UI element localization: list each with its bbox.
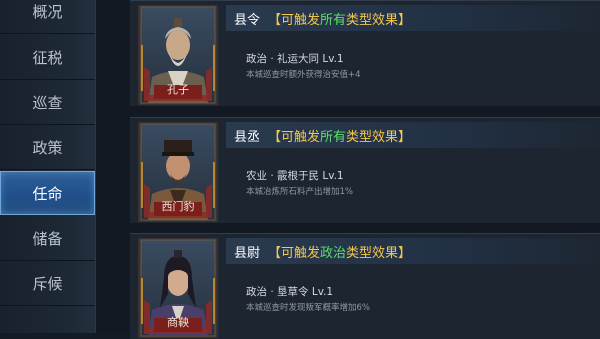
card-header: 县尉 【可触发 政治 类型效果】: [226, 238, 600, 264]
sidebar-item-tax[interactable]: 征税: [0, 36, 95, 80]
skill-name: 农业 · 霰根于民 Lv.1: [246, 170, 344, 182]
sidebar: 概况 征税 巡查 政策 任命 储备 斥候: [0, 0, 96, 333]
sidebar-item-label: 征税: [32, 49, 63, 67]
effect-suffix: 类型效果】: [346, 245, 412, 261]
role-title: 县尉: [234, 245, 261, 261]
sidebar-item-label: 概况: [32, 3, 63, 21]
skill-name: 政治 · 礼运大同 Lv.1: [246, 53, 344, 65]
role-title: 县丞: [234, 129, 261, 145]
official-card[interactable]: 商鞅 县尉 【可触发 政治 类型效果】 政治 · 垦草令 Lv.1 本城巡查时发现叛…: [130, 233, 600, 339]
effect-highlight: 政治: [320, 245, 347, 261]
official-card[interactable]: 西门豹 县丞 【可触发 所有 类型效果】 农业 · 霰根于民 Lv.1 本城冶炼所石…: [130, 117, 600, 223]
skill-description: 本城巡查时额外获得治安值+4: [246, 70, 361, 80]
card-header: 县令 【可触发 所有 类型效果】: [226, 5, 600, 31]
sidebar-item-scout[interactable]: 斥候: [0, 262, 95, 306]
sidebar-item-label: 巡查: [32, 94, 63, 112]
official-name: 西门豹: [161, 200, 195, 213]
sidebar-item-appoint[interactable]: 任命: [0, 171, 95, 215]
sidebar-item-policy[interactable]: 政策: [0, 126, 95, 170]
effect-prefix: 【可触发: [268, 129, 321, 145]
sidebar-item-patrol[interactable]: 巡查: [0, 81, 95, 125]
sidebar-item-label: 斥候: [32, 275, 63, 293]
skill-description: 本城巡查时发现叛军概率增加6%: [246, 303, 370, 313]
sidebar-item-overview[interactable]: 概况: [0, 0, 95, 34]
effect-prefix: 【可触发: [268, 245, 321, 261]
effect-highlight: 所有: [320, 12, 347, 28]
effect-prefix: 【可触发: [268, 12, 321, 28]
sidebar-item-label: 任命: [32, 184, 63, 203]
effect-suffix: 类型效果】: [346, 12, 412, 28]
sidebar-item-label: 政策: [32, 139, 63, 157]
role-title: 县令: [234, 12, 261, 28]
card-header: 县丞 【可触发 所有 类型效果】: [226, 122, 600, 148]
official-name: 商鞅: [167, 316, 189, 329]
effect-highlight: 所有: [320, 129, 347, 145]
sidebar-item-reserve[interactable]: 储备: [0, 217, 95, 261]
appointment-list: 孔子 县令 【可触发 所有 类型效果】 政治 · 礼运大同 Lv.1 本城巡查时额外…: [96, 0, 600, 339]
sidebar-item-label: 储备: [32, 230, 63, 248]
skill-name: 政治 · 垦草令 Lv.1: [246, 286, 334, 298]
official-name: 孔子: [167, 83, 189, 96]
official-card[interactable]: 孔子 县令 【可触发 所有 类型效果】 政治 · 礼运大同 Lv.1 本城巡查时额外…: [130, 0, 600, 106]
effect-suffix: 类型效果】: [346, 129, 412, 145]
skill-description: 本城冶炼所石料产出增加1%: [246, 187, 353, 197]
